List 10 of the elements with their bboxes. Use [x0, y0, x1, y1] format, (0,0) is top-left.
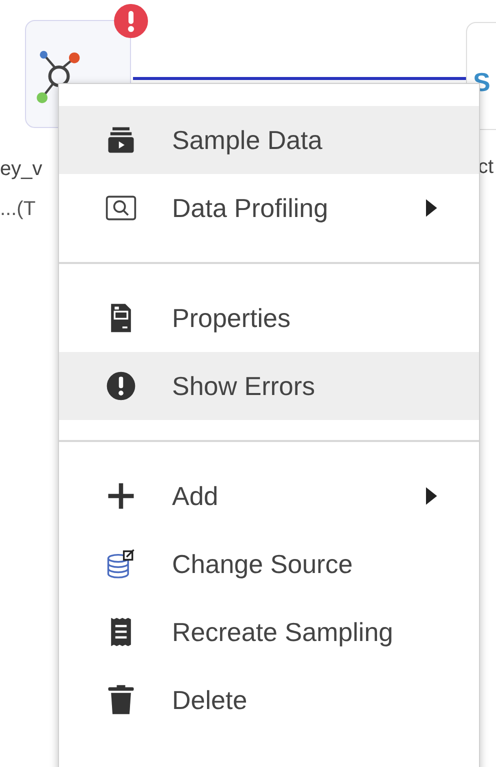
menu-item[interactable]: Change Source: [59, 530, 479, 598]
menu-item[interactable]: Data Profiling: [59, 174, 479, 242]
menu-item[interactable]: Recreate Sampling: [59, 598, 479, 666]
node-label: ...(T: [0, 198, 36, 221]
node-label: ey_v: [0, 158, 42, 181]
menu-item[interactable]: Show Errors: [59, 352, 479, 420]
menu-item[interactable]: Sample Data: [59, 106, 479, 174]
menu-item[interactable]: Add: [59, 462, 479, 530]
menu-item[interactable]: Properties: [59, 284, 479, 352]
menu-item[interactable]: Delete: [59, 666, 479, 734]
